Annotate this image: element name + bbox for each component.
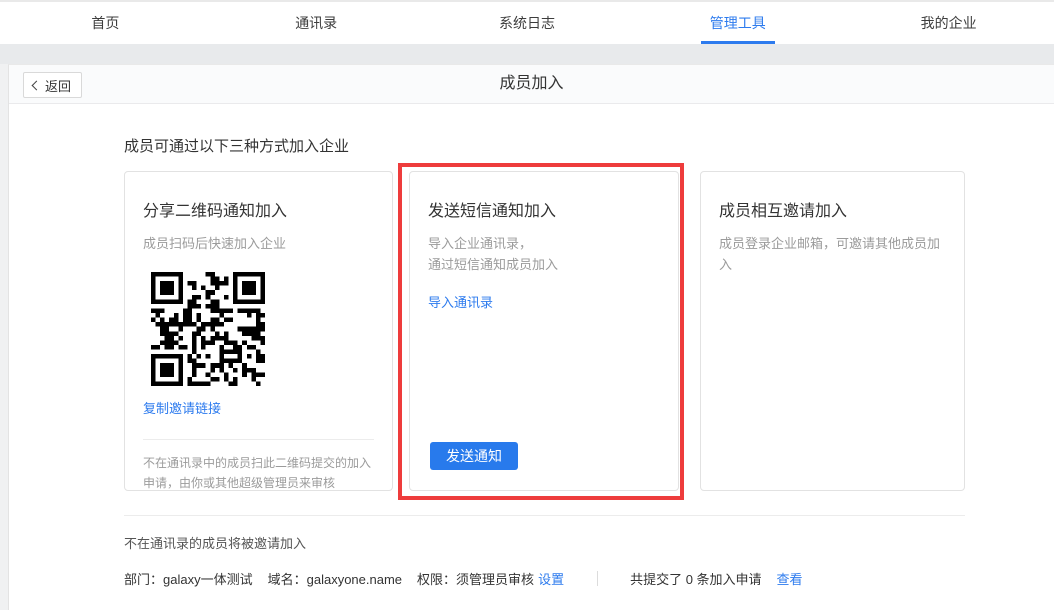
settings-link[interactable]: 设置 bbox=[538, 572, 564, 587]
perm-value: 须管理员审核 bbox=[456, 572, 534, 587]
footer-info-row: 部门：galaxy一体测试 域名：galaxyone.name 权限：须管理员审… bbox=[124, 569, 1054, 588]
nav-item-system-log[interactable]: 系统日志 bbox=[422, 2, 633, 44]
sms-desc: 导入企业通讯录， 通过短信通知成员加入 bbox=[428, 233, 660, 276]
nav-item-home[interactable]: 首页 bbox=[0, 2, 211, 44]
sms-desc-line1: 导入企业通讯录， bbox=[428, 233, 660, 254]
join-method-cards: 分享二维码通知加入 成员扫码后快速加入企业 复制邀请链接 不在通讯录中的成员扫此… bbox=[124, 171, 1054, 491]
page-header: 返回 成员加入 bbox=[9, 65, 1054, 104]
nav-item-admin-tools[interactable]: 管理工具 bbox=[632, 2, 843, 44]
main-panel: 返回 成员加入 成员可通过以下三种方式加入企业 分享二维码通知加入 成员扫码后快… bbox=[8, 64, 1054, 610]
nav-item-contacts[interactable]: 通讯录 bbox=[211, 2, 422, 44]
perm-label: 权限： bbox=[417, 572, 456, 587]
qr-code-image bbox=[151, 271, 265, 387]
dept-value: galaxy一体测试 bbox=[163, 572, 253, 587]
copy-invite-link[interactable]: 复制邀请链接 bbox=[143, 398, 221, 417]
domain-value: galaxyone.name bbox=[307, 572, 402, 587]
card-divider bbox=[143, 439, 374, 440]
send-notify-button[interactable]: 发送通知 bbox=[430, 442, 518, 470]
card-title: 分享二维码通知加入 bbox=[143, 197, 374, 221]
page-title: 成员加入 bbox=[9, 65, 1054, 103]
footer-divider bbox=[124, 515, 965, 516]
back-button-label: 返回 bbox=[45, 76, 71, 95]
card-invite-join: 成员相互邀请加入 成员登录企业邮箱，可邀请其他成员加入 bbox=[700, 171, 965, 491]
nav-item-my-company[interactable]: 我的企业 bbox=[843, 2, 1054, 44]
chevron-left-icon bbox=[32, 81, 42, 91]
card-desc: 成员登录企业邮箱，可邀请其他成员加入 bbox=[719, 233, 946, 276]
separator-bar bbox=[597, 571, 598, 586]
qr-approval-note: 不在通讯录中的成员扫此二维码提交的加入申请，由你或其他超级管理员来审核 bbox=[143, 454, 374, 492]
submit-count: 共提交了 0 条加入申请 bbox=[630, 569, 761, 588]
card-title: 成员相互邀请加入 bbox=[719, 197, 946, 221]
page-gap-strip bbox=[0, 44, 1054, 64]
page-content: 成员可通过以下三种方式加入企业 分享二维码通知加入 成员扫码后快速加入企业 复制… bbox=[9, 104, 1054, 610]
back-button[interactable]: 返回 bbox=[23, 72, 82, 98]
card-title: 发送短信通知加入 bbox=[428, 197, 660, 221]
view-link[interactable]: 查看 bbox=[777, 569, 803, 588]
import-contacts-link[interactable]: 导入通讯录 bbox=[428, 292, 493, 311]
dept-label: 部门： bbox=[124, 572, 163, 587]
top-nav: 首页 通讯录 系统日志 管理工具 我的企业 bbox=[0, 0, 1054, 44]
dept-field: 部门：galaxy一体测试 bbox=[124, 569, 253, 588]
perm-field: 权限：须管理员审核设置 bbox=[417, 569, 564, 588]
card-qr-join: 分享二维码通知加入 成员扫码后快速加入企业 复制邀请链接 不在通讯录中的成员扫此… bbox=[124, 171, 393, 491]
domain-field: 域名：galaxyone.name bbox=[268, 569, 402, 588]
card-desc: 成员扫码后快速加入企业 bbox=[143, 233, 374, 254]
sms-desc-line2: 通过短信通知成员加入 bbox=[428, 254, 660, 275]
domain-label: 域名： bbox=[268, 572, 307, 587]
footer-note: 不在通讯录的成员将被邀请加入 bbox=[124, 533, 1054, 552]
section-heading: 成员可通过以下三种方式加入企业 bbox=[124, 104, 1054, 156]
card-sms-join: 发送短信通知加入 导入企业通讯录， 通过短信通知成员加入 导入通讯录 发送通知 bbox=[409, 171, 679, 491]
